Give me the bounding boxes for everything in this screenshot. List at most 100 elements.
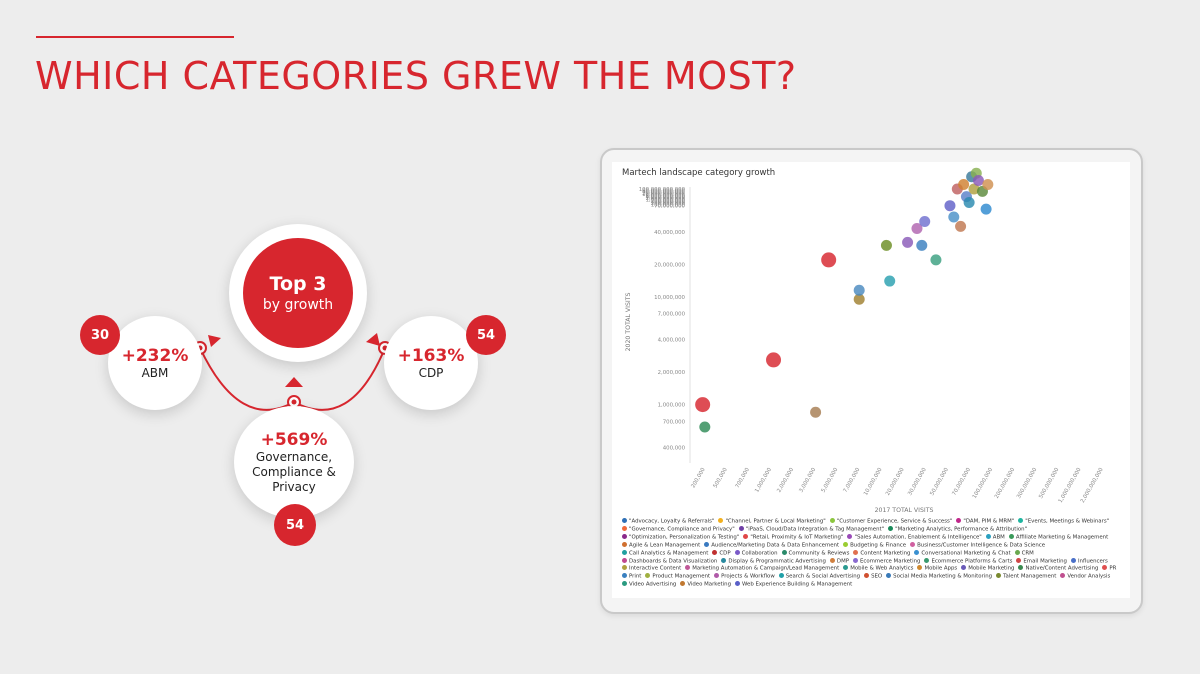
legend-entry: "Customer Experience, Service & Success" xyxy=(829,518,952,526)
legend-entry: Dashboards & Data Visualization xyxy=(622,557,717,566)
legend-entry: CDP xyxy=(712,549,731,558)
legend-swatch xyxy=(622,581,627,587)
cdp-bubble: +163% CDP xyxy=(384,316,478,410)
legend-swatch xyxy=(886,573,892,579)
cdp-growth: +163% xyxy=(397,345,465,366)
legend-entry: Web Experience Building & Management xyxy=(735,581,852,589)
legend-entry: Budgeting & Finance xyxy=(843,541,906,550)
cdp-label: CDP xyxy=(418,365,444,380)
legend-swatch xyxy=(738,525,744,531)
legend-label: "DAM, PIM & MRM" xyxy=(963,518,1015,525)
legend-entry: Collaboration xyxy=(734,549,778,558)
legend-label: Social Media Marketing & Monitoring xyxy=(893,573,993,580)
legend-entry: Search & Social Advertising xyxy=(778,573,861,581)
gov-label-line2: Compliance & Privacy xyxy=(252,464,336,494)
legend-label: Talent Management xyxy=(1003,573,1057,580)
gov-growth: +569% xyxy=(260,429,328,450)
legend-label: "Channel, Partner & Local Marketing" xyxy=(725,518,826,525)
legend-label: "Sales Automation, Enablement & Intellig… xyxy=(854,534,982,541)
legend-swatch xyxy=(1102,565,1108,571)
x-tick-label: 20,000,000 xyxy=(885,467,906,497)
legend-swatch xyxy=(914,549,920,555)
legend-entry: "DAM, PIM & MRM" xyxy=(956,518,1014,526)
legend-label: SEO xyxy=(871,573,883,580)
legend-label: Search & Social Advertising xyxy=(785,573,861,580)
legend-swatch xyxy=(622,518,627,523)
arrow-up-right xyxy=(366,333,380,346)
x-tick-label: 7,000,000 xyxy=(843,467,862,494)
scatter-point xyxy=(982,179,994,191)
legend-swatch xyxy=(961,565,967,571)
legend-swatch xyxy=(917,565,923,571)
legend-label: Collaboration xyxy=(741,550,778,557)
legend-label: Product Management xyxy=(652,573,711,580)
legend-entry: Email Marketing xyxy=(1016,557,1067,566)
legend-label: CDP xyxy=(719,550,731,557)
top3-bubble: Top 3 by growth xyxy=(229,224,367,362)
x-tick-label: 1,000,000,000 xyxy=(1058,467,1083,505)
scatter-point xyxy=(699,421,711,433)
x-tick-label: 100,000,000 xyxy=(972,467,995,500)
scatter-point xyxy=(948,211,960,223)
y-tick-label: 10,000,000 xyxy=(654,295,685,301)
legend-label: Content Marketing xyxy=(860,550,911,557)
legend-swatch xyxy=(910,541,916,547)
legend-entry: Video Advertising xyxy=(622,581,676,589)
legend-swatch xyxy=(778,573,784,579)
legend-entry: Ecommerce Marketing xyxy=(852,557,920,566)
legend-swatch xyxy=(829,557,835,563)
y-axis-label: 2020 TOTAL VISITS xyxy=(625,293,632,352)
abm-label: ABM xyxy=(141,365,169,380)
abm-bubble: +232% ABM xyxy=(108,316,202,410)
legend-label: Mobile Marketing xyxy=(968,565,1015,572)
legend-entry: Ecommerce Platforms & Carts xyxy=(924,557,1012,566)
scatter-point xyxy=(963,196,975,208)
legend-entry: Mobile Apps xyxy=(917,565,957,573)
top3-line1: Top 3 xyxy=(269,273,327,295)
legend-swatch xyxy=(1070,557,1076,563)
legend-label: Print xyxy=(629,573,642,580)
legend-swatch xyxy=(924,557,930,563)
legend-label: Mobile & Web Analytics xyxy=(850,565,914,572)
legend-label: Projects & Workflow xyxy=(721,573,775,580)
legend-label: Interactive Content xyxy=(629,565,682,572)
x-tick-label: 3,000,000 xyxy=(798,467,817,494)
x-tick-label: 700,000 xyxy=(735,467,752,490)
chart-legend: "Advocacy, Loyalty & Referrals" "Channel,… xyxy=(622,518,1127,589)
scatter-point xyxy=(766,352,782,368)
legend-label: PR xyxy=(1109,565,1117,572)
legend-swatch xyxy=(996,573,1002,579)
legend-entry: "Governance, Compliance and Privacy" xyxy=(622,525,735,534)
legend-entry: "Events, Meetings & Webinars" xyxy=(1018,518,1109,526)
top3-line2: by growth xyxy=(262,297,334,313)
legend-entry: Native/Content Advertising xyxy=(1018,565,1098,573)
x-tick-label: 200,000,000 xyxy=(994,467,1017,500)
scatter-point xyxy=(980,203,992,215)
legend-label: "Marketing Analytics, Performance & Attr… xyxy=(895,526,1028,533)
legend-entry: SEO xyxy=(864,573,882,581)
legend-label: Affiliate Marketing & Management xyxy=(1015,534,1109,541)
legend-swatch xyxy=(888,525,894,531)
scatter-point xyxy=(695,397,711,413)
legend-entry: "Retail, Proximity & IoT Marketing" xyxy=(743,533,843,542)
scatter-point xyxy=(916,239,928,251)
legend-entry: "iPaaS, Cloud/Data Integration & Tag Man… xyxy=(738,525,884,534)
legend-swatch xyxy=(1014,549,1020,555)
legend-entry: Business/Customer Intelligence & Data Sc… xyxy=(910,541,1045,550)
legend-swatch xyxy=(1018,518,1024,523)
x-tick-label: 30,000,000 xyxy=(907,467,928,497)
legend-label: "Advocacy, Loyalty & Referrals" xyxy=(629,518,715,525)
legend-label: Mobile Apps xyxy=(924,565,958,572)
legend-entry: Influencers xyxy=(1070,557,1108,566)
legend-swatch xyxy=(685,565,691,571)
legend-label: ABM xyxy=(992,534,1005,541)
legend-entry: Interactive Content xyxy=(622,565,681,573)
legend-label: DMP xyxy=(836,558,849,565)
legend-entry: Talent Management xyxy=(996,573,1056,581)
y-tick-label: 20,000,000 xyxy=(654,262,685,268)
legend-swatch xyxy=(645,573,651,579)
legend-label: Display & Programmatic Advertising xyxy=(728,558,826,565)
x-tick-label: 200,000 xyxy=(690,467,707,490)
legend-entry: Call Analytics & Management xyxy=(622,549,708,558)
legend-swatch xyxy=(622,525,627,531)
